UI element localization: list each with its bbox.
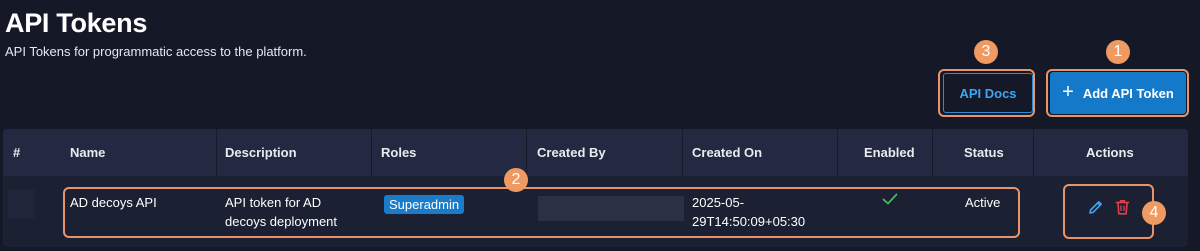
page-subtitle: API Tokens for programmatic access to th… <box>5 44 307 59</box>
callout-badge-2: 2 <box>504 168 528 192</box>
column-header-enabled: Enabled <box>864 145 915 160</box>
table-header: # Name Description Roles Created By Crea… <box>3 129 1188 176</box>
callout-box-add-token <box>1046 69 1189 117</box>
column-header-index: # <box>13 145 21 160</box>
column-header-created-by: Created By <box>537 145 606 160</box>
column-divider <box>682 129 683 176</box>
column-divider <box>371 129 372 176</box>
callout-badge-3: 3 <box>974 40 998 64</box>
column-header-created-on: Created On <box>692 145 763 160</box>
row-index-redacted <box>8 190 35 218</box>
column-header-description: Description <box>225 145 297 160</box>
callout-box-api-docs <box>938 69 1035 117</box>
column-header-name: Name <box>70 145 106 160</box>
column-divider <box>932 129 933 176</box>
column-header-actions: Actions <box>1086 145 1134 160</box>
column-divider <box>837 129 838 176</box>
column-divider <box>216 129 217 176</box>
column-header-roles: Roles <box>381 145 417 160</box>
column-divider <box>1033 129 1034 176</box>
callout-box-actions <box>1063 184 1154 239</box>
page-title: API Tokens <box>5 8 148 38</box>
callout-badge-4: 4 <box>1142 201 1166 225</box>
column-divider <box>526 129 527 176</box>
callout-badge-1: 1 <box>1106 40 1130 64</box>
column-header-status: Status <box>964 145 1004 160</box>
callout-box-token-row <box>63 187 1020 238</box>
